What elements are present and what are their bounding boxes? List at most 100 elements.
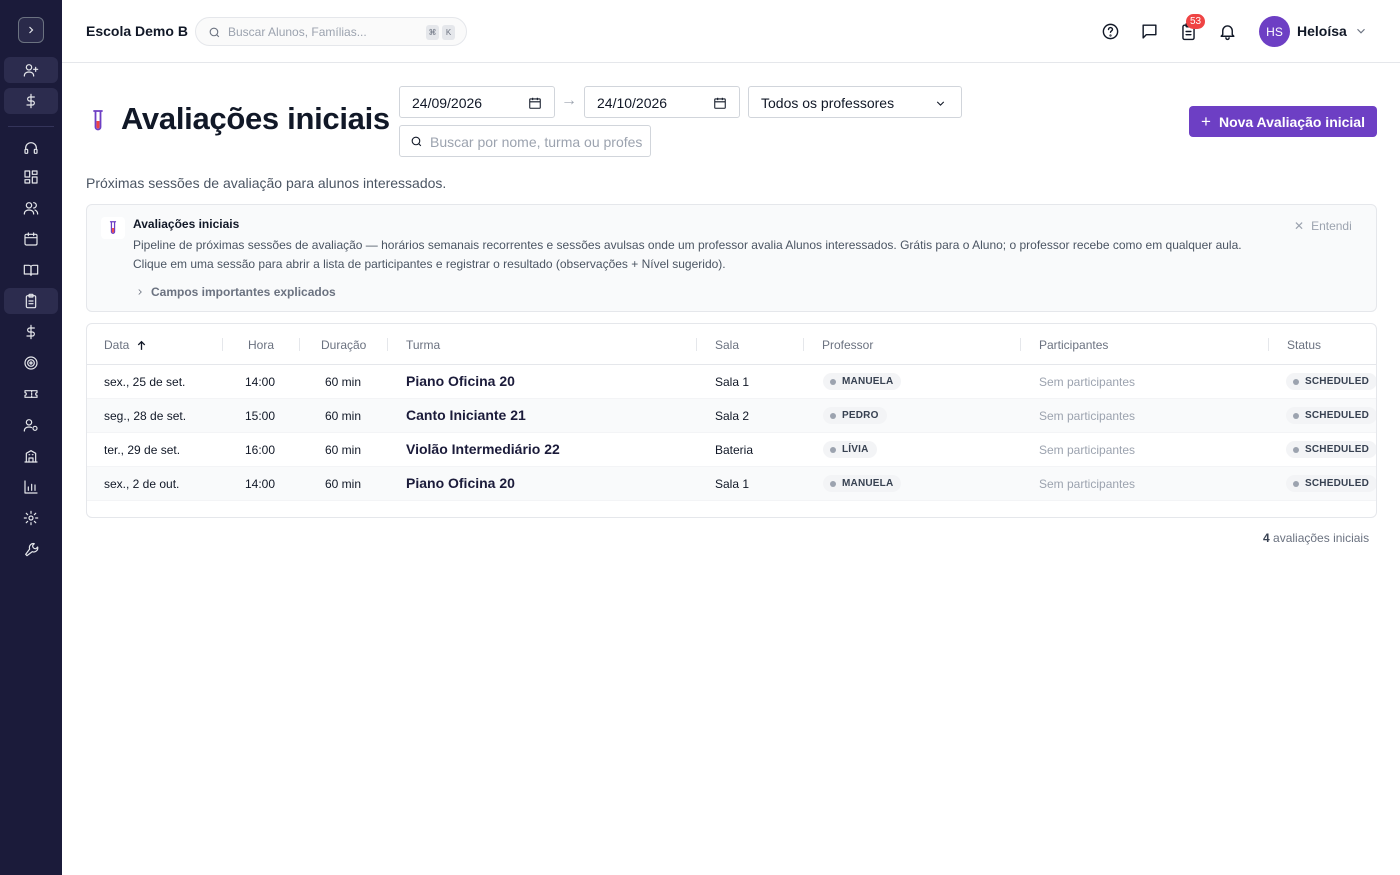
sidebar-item-tickets[interactable] bbox=[4, 381, 58, 407]
info-text: Pipeline de próximas sessões de avaliaçã… bbox=[133, 238, 1242, 271]
column-divider bbox=[1020, 338, 1021, 351]
column-participants[interactable]: Participantes bbox=[1039, 338, 1108, 352]
row-date: sex., 2 de out. bbox=[104, 477, 180, 491]
status-dot bbox=[830, 446, 836, 453]
sidebar-item-goals[interactable] bbox=[4, 350, 58, 376]
sidebar-item-staff[interactable] bbox=[4, 412, 58, 438]
date-from-value: 24/09/2026 bbox=[412, 95, 483, 111]
wrench-icon bbox=[25, 542, 39, 557]
status-badge: SCHEDULED bbox=[1286, 373, 1376, 390]
row-class[interactable]: Canto Iniciante 21 bbox=[406, 407, 526, 423]
date-range-arrow: → bbox=[561, 92, 577, 109]
result-count-number: 4 bbox=[1263, 531, 1270, 545]
column-divider bbox=[222, 338, 223, 351]
status-badge: SCHEDULED bbox=[1286, 475, 1376, 492]
column-class[interactable]: Turma bbox=[406, 338, 440, 352]
table-row[interactable]: ter., 29 de set. 16:00 60 min Violão Int… bbox=[87, 433, 1376, 467]
column-divider bbox=[299, 338, 300, 351]
status-dot bbox=[830, 480, 836, 487]
list-search[interactable] bbox=[399, 125, 651, 157]
gear-icon bbox=[23, 510, 39, 526]
avatar[interactable]: HS bbox=[1259, 16, 1290, 47]
dollar-icon bbox=[26, 324, 35, 340]
status-dot bbox=[1293, 378, 1299, 385]
headset-icon bbox=[24, 142, 38, 154]
sidebar-item-courses[interactable] bbox=[4, 257, 58, 283]
row-date: sex., 25 de set. bbox=[104, 375, 186, 389]
new-assessment-button[interactable]: + Nova Avaliação inicial bbox=[1189, 106, 1377, 137]
sidebar-item-add-user[interactable] bbox=[4, 57, 58, 83]
page-subtitle: Próximas sessões de avaliação para aluno… bbox=[86, 175, 447, 191]
target-icon bbox=[24, 356, 38, 370]
row-class[interactable]: Violão Intermediário 22 bbox=[406, 441, 560, 457]
professor-filter-select[interactable]: Todos os professores bbox=[748, 86, 962, 118]
date-to-input[interactable]: 24/10/2026 bbox=[584, 86, 740, 118]
sidebar-item-school[interactable] bbox=[4, 443, 58, 469]
table-row[interactable]: sex., 2 de out. 14:00 60 min Piano Ofici… bbox=[87, 467, 1376, 501]
result-count: 4 avaliações iniciais bbox=[1263, 531, 1369, 545]
column-room[interactable]: Sala bbox=[715, 338, 739, 352]
row-participants: Sem participantes bbox=[1039, 477, 1136, 491]
row-class[interactable]: Piano Oficina 20 bbox=[406, 475, 515, 491]
chevron-right-icon bbox=[29, 26, 34, 34]
help-icon bbox=[1102, 23, 1118, 39]
calendar-icon[interactable] bbox=[713, 96, 727, 110]
sidebar-item-settings[interactable] bbox=[4, 505, 58, 531]
column-date[interactable]: Data bbox=[104, 338, 148, 352]
sidebar-item-tools[interactable] bbox=[4, 536, 58, 562]
info-callout: Avaliações iniciais Pipeline de próximas… bbox=[86, 204, 1377, 312]
sidebar-item-reports[interactable] bbox=[4, 474, 58, 500]
global-search[interactable]: ⌘ K bbox=[195, 17, 467, 46]
messages-button[interactable] bbox=[1137, 19, 1161, 43]
row-duration: 60 min bbox=[325, 375, 362, 389]
professor-filter-value: Todos os professores bbox=[761, 95, 895, 111]
global-search-input[interactable] bbox=[228, 23, 418, 41]
user-name[interactable]: Heloísa bbox=[1297, 23, 1347, 39]
column-duration[interactable]: Duração bbox=[321, 338, 366, 352]
plus-icon: + bbox=[1201, 111, 1211, 131]
column-status[interactable]: Status bbox=[1287, 338, 1321, 352]
sidebar-item-finance-quick[interactable] bbox=[4, 88, 58, 114]
table-row[interactable]: seg., 28 de set. 15:00 60 min Canto Inic… bbox=[87, 399, 1376, 433]
search-icon bbox=[411, 136, 422, 147]
column-time[interactable]: Hora bbox=[248, 338, 274, 352]
status-dot bbox=[1293, 480, 1299, 487]
calendar-icon[interactable] bbox=[528, 96, 542, 110]
status-label: SCHEDULED bbox=[1305, 410, 1370, 421]
fields-explained-toggle[interactable]: Campos importantes explicados bbox=[135, 285, 336, 299]
list-search-input[interactable] bbox=[430, 133, 642, 151]
dismiss-button[interactable]: ✕ Entendi bbox=[1294, 219, 1352, 233]
row-time: 14:00 bbox=[245, 477, 276, 491]
status-dot bbox=[830, 412, 836, 419]
sidebar-item-dashboard[interactable] bbox=[4, 164, 58, 190]
row-class[interactable]: Piano Oficina 20 bbox=[406, 373, 515, 389]
app: Escola Demo B ⌘ K 53 HS Heloísa Avaliaçõ… bbox=[0, 0, 1400, 875]
chevron-down-icon[interactable] bbox=[1354, 24, 1368, 38]
notifications-button[interactable] bbox=[1215, 19, 1239, 43]
notification-badge: 53 bbox=[1186, 14, 1205, 29]
sidebar-toggle-button[interactable] bbox=[18, 17, 44, 43]
search-icon bbox=[209, 27, 220, 38]
status-label: SCHEDULED bbox=[1305, 444, 1370, 455]
table-row[interactable]: sex., 25 de set. 14:00 60 min Piano Ofic… bbox=[87, 365, 1376, 399]
sidebar-item-support[interactable] bbox=[4, 135, 58, 161]
sidebar-item-finance[interactable] bbox=[4, 319, 58, 345]
bell-icon bbox=[1219, 24, 1235, 40]
chevron-right-icon bbox=[138, 289, 142, 295]
school-name[interactable]: Escola Demo B bbox=[86, 23, 188, 39]
chat-icon bbox=[1141, 23, 1157, 39]
row-participants: Sem participantes bbox=[1039, 443, 1136, 457]
column-divider bbox=[387, 338, 388, 351]
sidebar-item-students[interactable] bbox=[4, 195, 58, 221]
status-badge: SCHEDULED bbox=[1286, 441, 1376, 458]
teacher-name: MANUELA bbox=[842, 478, 894, 489]
column-teacher[interactable]: Professor bbox=[822, 338, 873, 352]
status-label: SCHEDULED bbox=[1305, 376, 1370, 387]
book-icon bbox=[23, 264, 39, 276]
help-button[interactable] bbox=[1098, 19, 1122, 43]
date-from-input[interactable]: 24/09/2026 bbox=[399, 86, 555, 118]
teacher-name: PEDRO bbox=[842, 410, 879, 421]
sidebar-item-assessments[interactable] bbox=[4, 288, 58, 314]
teacher-badge: MANUELA bbox=[823, 373, 902, 390]
sidebar-item-calendar[interactable] bbox=[4, 226, 58, 252]
